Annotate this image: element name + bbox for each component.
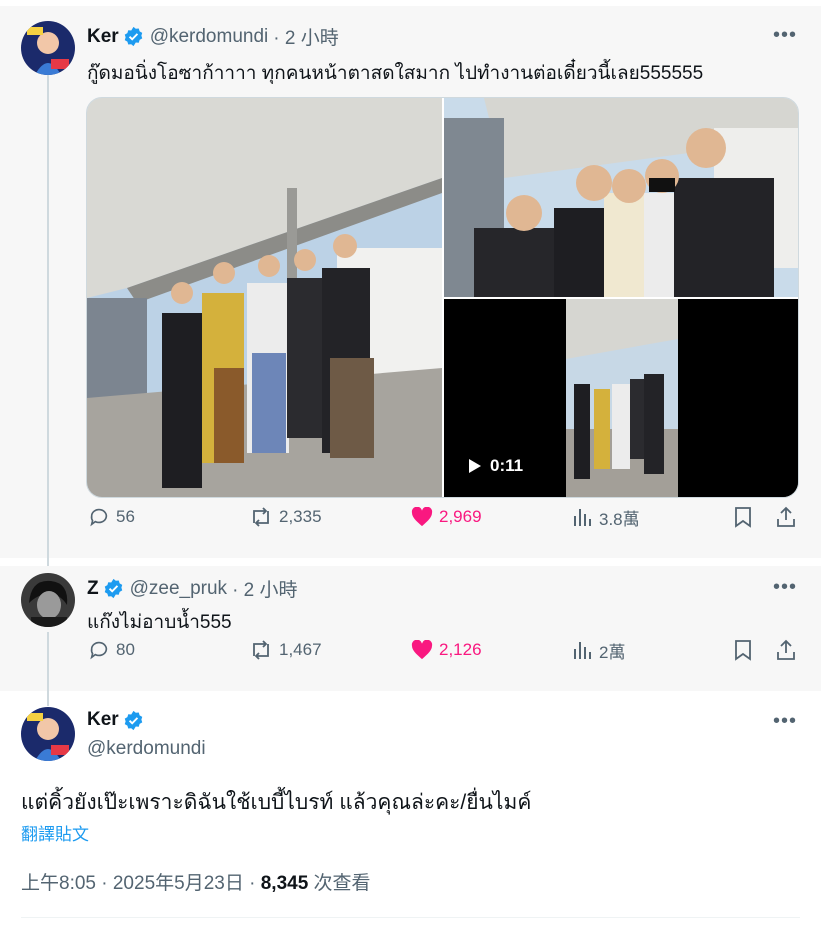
avatar-zee[interactable] [21,573,75,627]
post-time[interactable]: · 2 小時 [273,23,338,50]
more-options-icon[interactable]: ••• [773,710,797,733]
share-icon [777,639,795,660]
handle[interactable]: @zee_pruk [130,578,227,600]
bookmark-icon [735,507,751,528]
handle[interactable]: @kerdomundi [150,26,269,48]
verified-badge-icon [103,578,124,599]
bookmark-button[interactable] [734,639,752,661]
views-button[interactable]: 3.8萬 [573,505,640,530]
views-label: 次查看 [308,873,371,894]
more-options-icon[interactable]: ••• [773,24,797,47]
play-icon[interactable] [468,458,482,474]
tweet-1[interactable]: Ker @kerdomundi · 2 小時 ••• กู๊ดมอนิ่งโอซ… [0,0,821,558]
bookmark-button[interactable] [734,506,752,528]
tweet-text: แก๊งไม่อาบน้ำ555 [87,612,232,633]
retweet-button[interactable]: 1,467 [249,639,322,661]
retweet-button[interactable]: 2,335 [249,506,322,528]
reply-button[interactable]: 80 [88,639,135,661]
more-options-icon[interactable]: ••• [773,576,797,599]
verified-badge-icon [123,26,144,47]
views-icon [574,642,591,659]
display-name[interactable]: Ker [87,26,119,48]
share-icon [777,506,795,527]
retweet-count: 2,335 [279,507,322,526]
reply-count: 80 [116,640,135,659]
avatar-ker[interactable] [21,21,75,75]
tweet2-header: Z @zee_pruk · 2 小時 [87,575,298,602]
heart-icon [411,507,433,527]
heart-icon [411,640,433,660]
reply-count: 56 [116,507,135,526]
views-count: 2萬 [599,642,626,662]
views-button[interactable]: 2萬 [573,638,625,663]
timestamp[interactable]: 上午8:05 · 2025年5月23日 · [21,873,261,894]
tweet1-header: Ker @kerdomundi · 2 小時 [87,23,339,50]
views-icon [574,509,591,526]
thread-line-2 [47,632,49,706]
share-button[interactable] [776,506,796,528]
tweet-2[interactable]: Z @zee_pruk · 2 小時 ••• แก๊งไม่อาบน้ำ555 … [0,566,821,691]
bookmark-icon [735,640,751,661]
share-button[interactable] [776,639,796,661]
display-name[interactable]: Z [87,578,99,600]
like-count: 2,126 [439,640,482,659]
media-grid[interactable]: 0:11 [86,97,799,498]
like-count: 2,969 [439,507,482,526]
photo-1[interactable] [87,98,442,497]
retweet-icon [253,640,269,660]
tweet3-handle-row: @kerdomundi [87,738,206,760]
verified-badge-icon [123,710,144,731]
thread-line-1 [47,75,49,566]
tweet-text: กู๊ดมอนิ่งโอซาก้าาาา ทุกคนหน้าตาสดใสมาก … [87,63,704,84]
video-duration[interactable]: 0:11 [468,456,523,476]
retweet-count: 1,467 [279,640,322,659]
post-meta: 上午8:05 · 2025年5月23日 · 8,345 次查看 [21,868,371,895]
display-name[interactable]: Ker [87,709,119,731]
post-time[interactable]: · 2 小時 [232,575,297,602]
like-button[interactable]: 2,126 [411,640,482,660]
like-button[interactable]: 2,969 [411,507,482,527]
tweet-text: แต่คิ้วยังเป๊ะเพราะดิฉันใช้เบบี้ไบรท์ แล… [21,791,532,814]
reply-icon [90,508,108,527]
retweet-icon [253,507,269,527]
photo-2[interactable] [444,98,798,297]
translate-link[interactable]: 翻譯貼文 [21,820,89,845]
avatar-ker[interactable] [21,707,75,761]
duration-label: 0:11 [490,456,524,475]
divider [21,917,800,918]
view-count: 8,345 [260,873,309,894]
views-count: 3.8萬 [599,509,640,529]
tweet3-name-row: Ker [87,709,150,731]
handle[interactable]: @kerdomundi [87,738,206,760]
reply-button[interactable]: 56 [88,506,135,528]
reply-icon [90,641,108,660]
